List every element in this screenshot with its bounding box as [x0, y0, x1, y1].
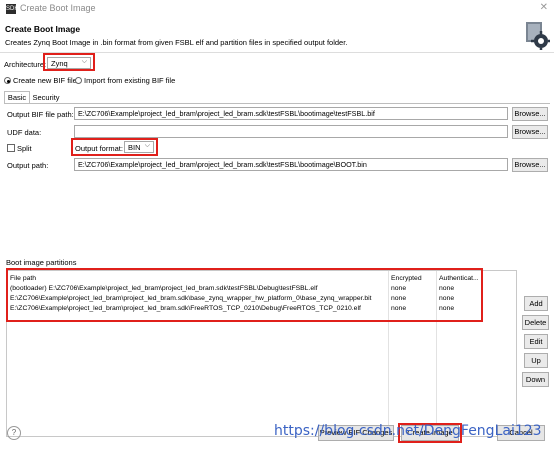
output-bif-label: Output BIF file path: — [7, 110, 74, 119]
dialog-title: Create Boot Image — [5, 24, 81, 34]
udf-data-input[interactable] — [74, 125, 508, 138]
create-new-bif-label: Create new BIF file — [13, 76, 77, 85]
edit-button[interactable]: Edit — [524, 334, 548, 349]
window-title: Create Boot Image — [20, 3, 96, 13]
add-button[interactable]: Add — [524, 296, 548, 311]
split-label: Split — [17, 144, 32, 153]
udf-data-label: UDF data: — [7, 128, 42, 137]
tab-divider — [4, 103, 550, 104]
architecture-label: Architecture: — [4, 60, 47, 69]
app-icon: SDK — [6, 4, 19, 14]
split-checkbox[interactable] — [7, 144, 15, 152]
highlight-architecture — [43, 53, 95, 71]
watermark-text: https://blog.csdn.net/DengFengLai123 — [274, 423, 542, 439]
delete-button[interactable]: Delete — [522, 315, 549, 330]
output-path-label: Output path: — [7, 161, 49, 170]
up-button[interactable]: Up — [524, 353, 548, 368]
boot-image-gear-icon — [526, 22, 550, 50]
highlight-partitions — [6, 268, 483, 322]
output-path-input[interactable]: E:\ZC706\Example\project_led_bram\projec… — [74, 158, 508, 171]
dialog-header: Create Boot Image Creates Zynq Boot Imag… — [0, 18, 554, 53]
dialog-description: Creates Zynq Boot Image in .bin format f… — [5, 38, 348, 47]
highlight-output-format — [71, 138, 158, 156]
partitions-label: Boot image partitions — [6, 258, 77, 267]
close-icon[interactable]: ✕ — [540, 2, 548, 13]
radio-create-new-bif[interactable] — [4, 77, 11, 84]
udf-data-browse-button[interactable]: Browse... — [512, 125, 548, 139]
output-path-browse-button[interactable]: Browse... — [512, 158, 548, 172]
help-icon[interactable]: ? — [7, 426, 21, 440]
down-button[interactable]: Down — [522, 372, 549, 387]
import-bif-label: Import from existing BIF file — [84, 76, 176, 85]
radio-import-bif[interactable] — [75, 77, 82, 84]
tab-basic[interactable]: Basic — [4, 91, 30, 103]
output-bif-input[interactable]: E:\ZC706\Example\project_led_bram\projec… — [74, 107, 508, 120]
output-bif-browse-button[interactable]: Browse... — [512, 107, 548, 121]
title-bar: SDK Create Boot Image ✕ — [0, 0, 554, 19]
tab-security[interactable]: Security — [31, 92, 61, 103]
